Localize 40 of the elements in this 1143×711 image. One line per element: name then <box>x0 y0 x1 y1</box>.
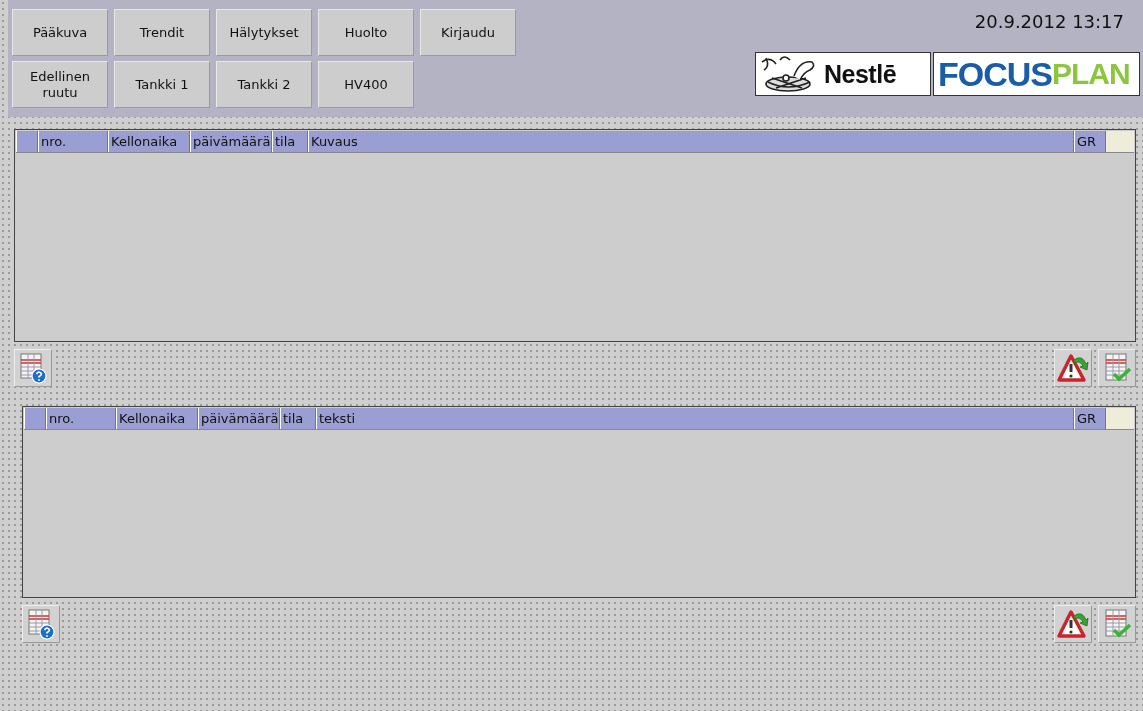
confirm-button[interactable] <box>1098 605 1136 643</box>
column-header[interactable]: nro. <box>38 131 108 152</box>
table-check-icon <box>1102 608 1132 640</box>
header-cell <box>24 408 46 429</box>
nav-button[interactable]: Pääkuva <box>12 9 108 56</box>
column-header[interactable]: GR <box>1074 131 1106 152</box>
nav-button[interactable]: Huolto <box>318 9 414 56</box>
table-help-icon <box>18 352 48 384</box>
nav-button[interactable]: Edellinen ruutu <box>12 61 108 108</box>
column-header[interactable]: päivämäärä <box>198 408 280 429</box>
header-cell <box>1106 131 1134 152</box>
acknowledge-button[interactable] <box>1054 605 1092 643</box>
nav-button[interactable]: Tankki 1 <box>114 61 210 108</box>
table-check-icon <box>1102 352 1132 384</box>
column-header[interactable]: Kellonaika <box>116 408 198 429</box>
confirm-button[interactable] <box>1098 349 1136 387</box>
nestle-logo: Nestlē <box>755 52 931 96</box>
date-time: 20.9.2012 13:17 <box>974 11 1124 32</box>
column-header[interactable]: teksti <box>316 408 1074 429</box>
column-header[interactable]: päivämäärä <box>190 131 272 152</box>
column-header[interactable]: Kuvaus <box>308 131 1074 152</box>
column-header[interactable]: tila <box>280 408 316 429</box>
warning-refresh-icon <box>1057 608 1089 640</box>
warning-refresh-icon <box>1057 352 1089 384</box>
header-cell <box>16 131 38 152</box>
column-header[interactable]: GR <box>1074 408 1106 429</box>
help-button[interactable] <box>14 349 52 387</box>
help-button[interactable] <box>22 605 60 643</box>
nav-button[interactable]: Trendit <box>114 9 210 56</box>
nav-button[interactable]: Kirjaudu <box>420 9 516 56</box>
nav-button[interactable]: Hälytykset <box>216 9 312 56</box>
nav-button[interactable]: Tankki 2 <box>216 61 312 108</box>
acknowledge-button[interactable] <box>1054 349 1092 387</box>
column-header[interactable]: nro. <box>46 408 116 429</box>
column-header[interactable]: Kellonaika <box>108 131 190 152</box>
table-help-icon <box>26 608 56 640</box>
column-header[interactable]: tila <box>272 131 308 152</box>
header-cell <box>1106 408 1134 429</box>
focusplan-logo: FOCUSPLAN <box>933 52 1140 96</box>
nav-button[interactable]: HV400 <box>318 61 414 108</box>
